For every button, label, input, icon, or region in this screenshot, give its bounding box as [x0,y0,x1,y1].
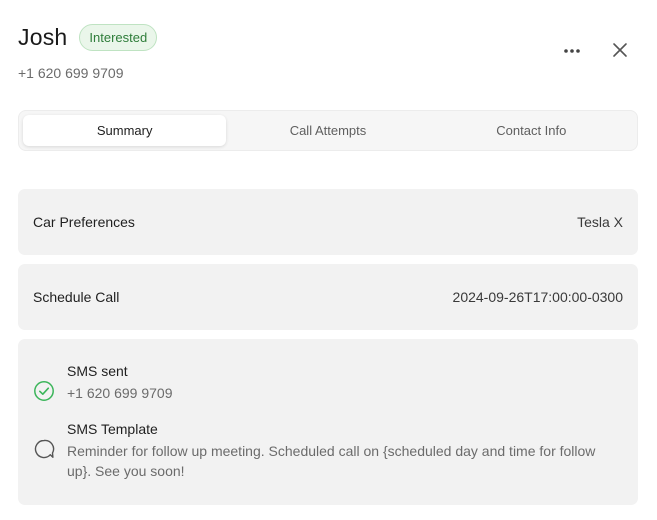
contact-phone: +1 620 699 9709 [18,65,124,81]
ellipsis-icon [564,49,580,53]
field-label: Schedule Call [33,289,120,305]
tab-bar: Summary Call Attempts Contact Info [18,110,638,151]
contact-header: Josh Interested [18,24,158,51]
sms-template-text: Reminder for follow up meeting. Schedule… [67,443,596,479]
contact-name: Josh [18,24,68,50]
car-preferences-card: Car Preferences Tesla X [18,189,638,255]
schedule-call-card: Schedule Call 2024-09-26T17:00:00-0300 [18,264,638,330]
sms-template-item: SMS Template Reminder for follow up meet… [33,419,607,481]
field-value: Tesla X [577,214,623,230]
check-circle-icon [34,381,54,401]
sms-template-title: SMS Template [67,421,158,437]
tab-summary[interactable]: Summary [23,115,227,146]
sms-sent-title: SMS sent [67,363,128,379]
field-value: 2024-09-26T17:00:00-0300 [452,289,623,305]
tab-call-attempts[interactable]: Call Attempts [226,115,429,146]
message-bubble-icon [34,439,55,459]
tab-contact-info[interactable]: Contact Info [430,115,633,146]
close-icon [613,43,627,57]
contact-detail-panel: Josh Interested +1 620 699 9709 Summary … [0,0,657,520]
sms-sent-phone: +1 620 699 9709 [67,385,173,401]
sms-card: SMS sent +1 620 699 9709 SMS Template Re… [18,339,638,505]
close-button[interactable] [609,39,631,61]
more-options-button[interactable] [560,40,584,62]
status-badge: Interested [79,24,158,51]
sms-sent-item: SMS sent +1 620 699 9709 [33,361,607,403]
field-label: Car Preferences [33,214,135,230]
